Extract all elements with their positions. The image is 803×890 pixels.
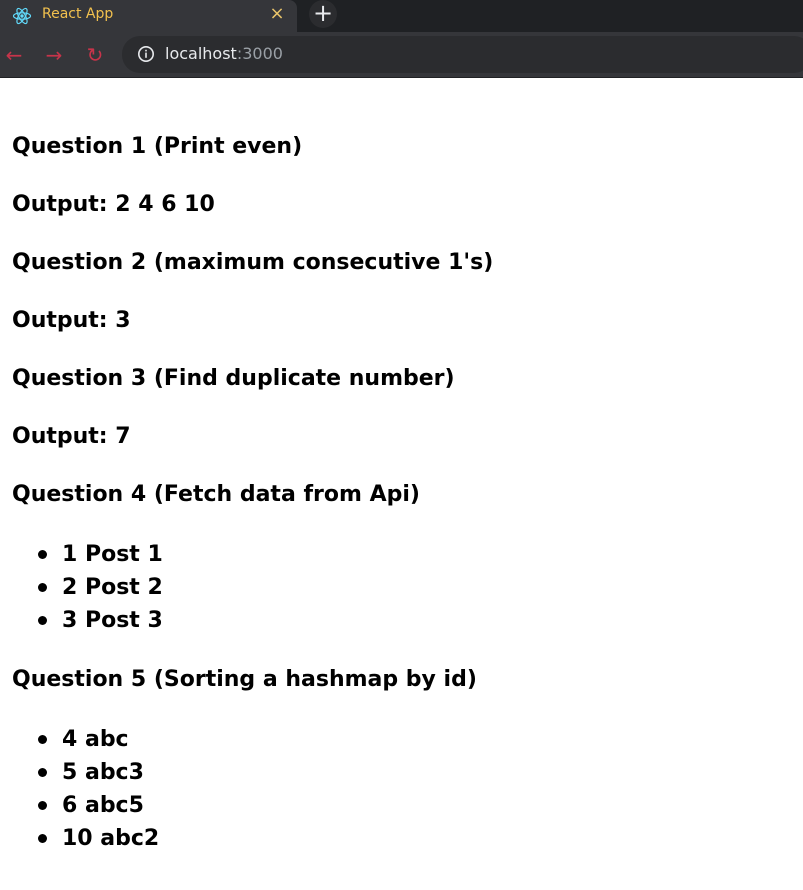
back-button[interactable]: ← [0,41,28,69]
bullet-icon [38,801,47,810]
question-2-title: Question 2 (maximum consecutive 1's) [12,250,494,275]
list-item: 2 Post 2 [12,571,792,604]
address-bar[interactable]: localhost:3000 [122,36,803,73]
list-item: 10 abc2 [12,822,792,855]
list-item-text: 1 Post 1 [62,542,163,567]
list-item-text: 5 abc3 [62,760,144,785]
list-item: 5 abc3 [12,756,792,789]
url-port: :3000 [236,44,283,63]
page-content: Question 1 (Print even) Output: 2 4 6 10… [12,132,792,883]
bullet-icon [38,735,47,744]
new-tab-button[interactable]: + [309,0,337,28]
info-icon[interactable] [137,45,155,63]
question-4-title: Question 4 (Fetch data from Api) [12,482,420,507]
question-1-title: Question 1 (Print even) [12,134,303,159]
list-item-text: 6 abc5 [62,793,144,818]
forward-button[interactable]: → [40,41,68,69]
reload-button[interactable]: ↻ [81,41,109,69]
list-item-text: 4 abc [62,727,129,752]
tab-react-app[interactable]: React App × [0,0,297,32]
url-host: localhost [165,44,237,63]
bullet-icon [38,583,47,592]
list-item: 1 Post 1 [12,538,792,571]
browser-toolbar: ← → ↻ localhost:3000 [0,32,803,78]
list-item: 3 Post 3 [12,604,792,637]
post-list: 1 Post 1 2 Post 2 3 Post 3 [12,538,792,637]
list-item: 4 abc [12,723,792,756]
bullet-icon [38,616,47,625]
browser-tab-strip: React App × + [0,0,803,32]
question-3-output: Output: 7 [12,424,131,449]
url-text: localhost:3000 [165,44,283,64]
question-2-output: Output: 3 [12,308,131,333]
question-3-title: Question 3 (Find duplicate number) [12,366,455,391]
question-5-title: Question 5 (Sorting a hashmap by id) [12,667,477,692]
bullet-icon [38,550,47,559]
list-item-text: 3 Post 3 [62,608,163,633]
tab-title: React App [42,6,114,22]
list-item: 6 abc5 [12,789,792,822]
list-item-text: 2 Post 2 [62,575,163,600]
sorted-hashmap-list: 4 abc 5 abc3 6 abc5 10 abc2 [12,723,792,855]
bullet-icon [38,768,47,777]
close-tab-icon[interactable]: × [266,3,288,25]
list-item-text: 10 abc2 [62,826,160,851]
react-logo-icon [12,7,32,25]
question-1-output: Output: 2 4 6 10 [12,192,215,217]
bullet-icon [38,834,47,843]
